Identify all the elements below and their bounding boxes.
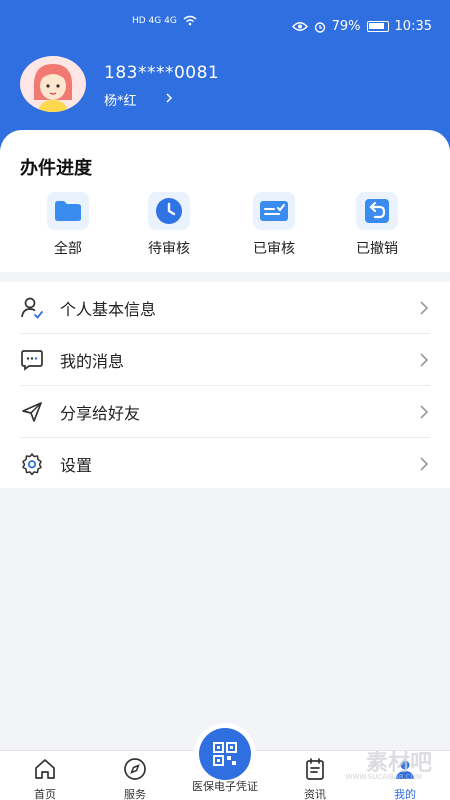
menu-item-messages[interactable]: 我的消息: [0, 334, 450, 386]
nav-label: 资讯: [304, 788, 326, 800]
send-icon: [22, 402, 42, 422]
progress-label: 已撤销: [356, 241, 398, 257]
progress-label: 全部: [54, 241, 82, 257]
nav-home[interactable]: 首页: [10, 757, 80, 800]
clock-time: 10:35: [394, 19, 432, 34]
progress-card: 办件进度 全部 待审核 已审核 已撤销: [0, 130, 450, 272]
progress-reviewed[interactable]: 已审核: [229, 192, 319, 258]
checklist-icon: [253, 192, 295, 230]
nav-label[interactable]: 医保电子凭证: [175, 778, 275, 794]
wifi-icon: [183, 15, 197, 26]
gear-icon: [22, 453, 42, 476]
alarm-icon: [314, 21, 325, 33]
menu-item-personal-info[interactable]: 个人基本信息: [0, 282, 450, 334]
menu-item-share[interactable]: 分享给好友: [0, 386, 450, 438]
chevron-right-icon: [420, 353, 429, 367]
menu-label: 个人基本信息: [60, 300, 157, 319]
status-bar: HD 4G 4G 79% 10:35: [0, 0, 450, 52]
menu-label: 设置: [60, 456, 93, 475]
qr-icon: [199, 728, 251, 780]
user-phone: 183****0081: [104, 63, 220, 83]
system-status: 79% 10:35: [291, 19, 432, 34]
nav-services[interactable]: 服务: [100, 757, 170, 800]
menu-label: 分享给好友: [60, 404, 141, 423]
user-name[interactable]: 杨*红: [104, 90, 137, 109]
battery-percent: 79%: [331, 19, 361, 34]
user-check-icon: [21, 297, 43, 319]
nav-label-active: 我的: [394, 788, 416, 800]
progress-revoked[interactable]: 已撤销: [332, 192, 422, 258]
battery-icon: [366, 21, 389, 32]
menu-label: 我的消息: [60, 352, 125, 371]
chevron-right-icon[interactable]: [163, 92, 175, 104]
avatar[interactable]: [20, 56, 86, 112]
watermark-url: WWW.SUCAIBAR.COM: [345, 773, 422, 781]
nav-label: 服务: [124, 788, 146, 800]
chevron-right-icon: [420, 457, 429, 471]
compass-icon: [124, 758, 146, 780]
network-status-text: HD 4G 4G: [132, 15, 177, 26]
folder-icon: [47, 192, 89, 230]
menu-item-settings[interactable]: 设置: [0, 438, 450, 490]
message-icon: [21, 350, 43, 371]
eye-icon: [291, 22, 308, 31]
progress-pending[interactable]: 待审核: [124, 192, 214, 258]
profile-header: HD 4G 4G 79% 10:35 183****0081 杨*红: [0, 0, 450, 150]
nav-news[interactable]: 资讯: [280, 757, 350, 800]
menu-list: 个人基本信息 我的消息 分享给好友 设置: [0, 282, 450, 488]
undo-icon: [356, 192, 398, 230]
progress-label: 已审核: [253, 241, 295, 257]
nav-label: 首页: [34, 788, 56, 800]
section-title: 办件进度: [20, 158, 92, 179]
signal-indicators: HD 4G 4G: [132, 15, 197, 26]
home-icon: [35, 759, 55, 779]
news-icon: [306, 758, 324, 780]
progress-label: 待审核: [148, 241, 190, 257]
chevron-right-icon: [420, 405, 429, 419]
chevron-right-icon: [420, 301, 429, 315]
progress-all[interactable]: 全部: [23, 192, 113, 258]
clock-icon: [148, 192, 190, 230]
